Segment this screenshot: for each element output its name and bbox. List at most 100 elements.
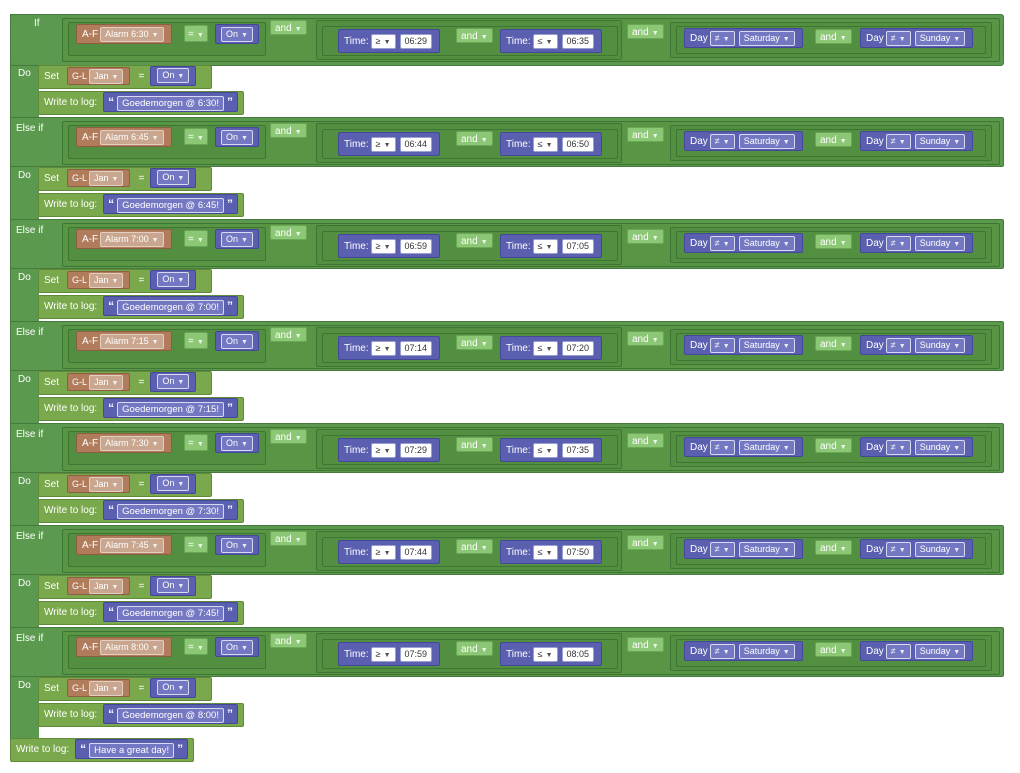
equals-operator[interactable]: = ▼ [184,230,208,247]
comparison-ne[interactable]: ≠ ▼ [709,235,735,251]
dropdown-arrow-icon[interactable]: ▼ [177,583,184,590]
item-state-block[interactable]: A-F Alarm 6:45 ▼ [76,127,172,147]
dropdown-arrow-icon[interactable]: ▼ [112,176,119,183]
and-operator[interactable]: and ▼ [815,642,852,657]
and-operator[interactable]: and ▼ [270,20,307,35]
dropdown-arrow-icon[interactable]: ▼ [546,550,553,557]
dropdown-arrow-icon[interactable]: ▼ [953,139,960,146]
dropdown-arrow-icon[interactable]: ▼ [546,142,553,149]
comparison-ne[interactable]: ≠ ▼ [885,337,911,353]
state-selector[interactable]: On ▼ [221,435,253,451]
dropdown-arrow-icon[interactable]: ▼ [953,241,960,248]
dropdown-arrow-icon[interactable]: ▼ [241,441,248,448]
dropdown-arrow-icon[interactable]: ▼ [723,547,730,554]
target-item-block[interactable]: G-L Jan ▼ [67,577,131,596]
day-value[interactable]: Sunday ▼ [914,235,966,251]
day-compare-block[interactable]: Day ≠ ▼ Sunday ▼ [860,131,974,151]
dropdown-arrow-icon[interactable]: ▼ [652,337,659,344]
time-to-block[interactable]: Time: ≤ ▼ 06:50 [500,132,603,156]
target-selector[interactable]: Jan ▼ [89,69,124,85]
dropdown-arrow-icon[interactable]: ▼ [546,244,553,251]
dropdown-arrow-icon[interactable]: ▼ [546,652,553,659]
dropdown-arrow-icon[interactable]: ▼ [652,541,659,548]
day-value[interactable]: Saturday ▼ [738,643,795,659]
dropdown-arrow-icon[interactable]: ▼ [177,685,184,692]
dropdown-arrow-icon[interactable]: ▼ [723,649,730,656]
string-block[interactable]: “Goedemorgen @ 7:00!” [103,296,238,317]
and-operator[interactable]: and ▼ [456,131,493,146]
time-to-block[interactable]: Time: ≤ ▼ 07:35 [500,438,603,462]
dropdown-arrow-icon[interactable]: ▼ [783,445,790,452]
string-block[interactable]: “Goedemorgen @ 7:30!” [103,500,238,521]
dropdown-arrow-icon[interactable]: ▼ [197,237,204,244]
dropdown-arrow-icon[interactable]: ▼ [295,129,302,136]
time-from-value[interactable]: 07:29 [399,442,433,458]
dropdown-arrow-icon[interactable]: ▼ [899,343,906,350]
day-compare-block[interactable]: Day ≠ ▼ Sunday ▼ [860,335,974,355]
state-value-block[interactable]: On ▼ [215,637,259,657]
time-from-block[interactable]: Time: ≥ ▼ 06:59 [338,234,441,258]
set-value-selector[interactable]: On ▼ [157,170,190,186]
state-selector[interactable]: On ▼ [221,231,253,247]
item-state-block[interactable]: A-F Alarm 6:30 ▼ [76,24,172,44]
day-value[interactable]: Sunday ▼ [914,30,966,46]
dropdown-arrow-icon[interactable]: ▼ [840,138,847,145]
target-item-block[interactable]: G-L Jan ▼ [67,679,131,698]
dropdown-arrow-icon[interactable]: ▼ [177,73,184,80]
state-value-block[interactable]: On ▼ [215,127,259,147]
set-value-selector[interactable]: On ▼ [157,476,190,492]
string-block[interactable]: “Goedemorgen @ 8:00!” [103,704,238,725]
log-message[interactable]: Goedemorgen @ 7:15! [117,402,224,418]
target-item-block[interactable]: G-L Jan ▼ [67,373,131,392]
dropdown-arrow-icon[interactable]: ▼ [197,135,204,142]
write-to-log-block[interactable]: Write to log: “Goedemorgen @ 8:00!” [38,703,244,727]
time-to-block[interactable]: Time: ≤ ▼ 07:05 [500,234,603,258]
item-selector[interactable]: Alarm 8:00 ▼ [100,639,164,655]
state-value-block[interactable]: On ▼ [215,331,259,351]
dropdown-arrow-icon[interactable]: ▼ [384,652,391,659]
and-operator[interactable]: and ▼ [270,327,307,342]
state-selector[interactable]: On ▼ [221,639,253,655]
dropdown-arrow-icon[interactable]: ▼ [384,448,391,455]
dropdown-arrow-icon[interactable]: ▼ [783,241,790,248]
dropdown-arrow-icon[interactable]: ▼ [384,346,391,353]
comparison-ne[interactable]: ≠ ▼ [709,541,735,557]
dropdown-arrow-icon[interactable]: ▼ [152,645,159,652]
day-compare-block[interactable]: Day ≠ ▼ Saturday ▼ [684,437,803,457]
string-block[interactable]: “Goedemorgen @ 6:30!” [103,92,238,113]
log-message[interactable]: Goedemorgen @ 7:45! [117,606,224,622]
set-value-selector[interactable]: On ▼ [157,680,190,696]
time-from-value[interactable]: 07:59 [399,646,433,662]
dropdown-arrow-icon[interactable]: ▼ [241,237,248,244]
time-from-value[interactable]: 06:29 [399,33,433,49]
and-operator[interactable]: and ▼ [270,633,307,648]
time-from-value[interactable]: 07:14 [399,340,433,356]
and-operator[interactable]: and ▼ [815,234,852,249]
time-to-value[interactable]: 07:05 [561,238,595,254]
time-to-value[interactable]: 06:35 [561,33,595,49]
dropdown-arrow-icon[interactable]: ▼ [112,74,119,81]
dropdown-arrow-icon[interactable]: ▼ [723,343,730,350]
comparison-ne[interactable]: ≠ ▼ [709,30,735,46]
time-to-value[interactable]: 07:35 [561,442,595,458]
comparison-le[interactable]: ≤ ▼ [532,136,558,152]
dropdown-arrow-icon[interactable]: ▼ [546,346,553,353]
dropdown-arrow-icon[interactable]: ▼ [384,39,391,46]
and-operator[interactable]: and ▼ [815,29,852,44]
log-message[interactable]: Goedemorgen @ 8:00! [117,708,224,724]
equals-operator[interactable]: = ▼ [184,638,208,655]
target-item-block[interactable]: G-L Jan ▼ [67,67,131,86]
dropdown-arrow-icon[interactable]: ▼ [112,482,119,489]
and-operator[interactable]: and ▼ [815,540,852,555]
dropdown-arrow-icon[interactable]: ▼ [953,445,960,452]
and-operator[interactable]: and ▼ [456,28,493,43]
time-from-block[interactable]: Time: ≥ ▼ 06:29 [338,29,441,53]
comparison-le[interactable]: ≤ ▼ [532,238,558,254]
and-operator[interactable]: and ▼ [627,637,664,652]
dropdown-arrow-icon[interactable]: ▼ [152,32,159,39]
and-operator[interactable]: and ▼ [627,331,664,346]
state-selector[interactable]: On ▼ [221,129,253,145]
dropdown-arrow-icon[interactable]: ▼ [899,547,906,554]
and-operator[interactable]: and ▼ [456,539,493,554]
and-operator[interactable]: and ▼ [815,336,852,351]
